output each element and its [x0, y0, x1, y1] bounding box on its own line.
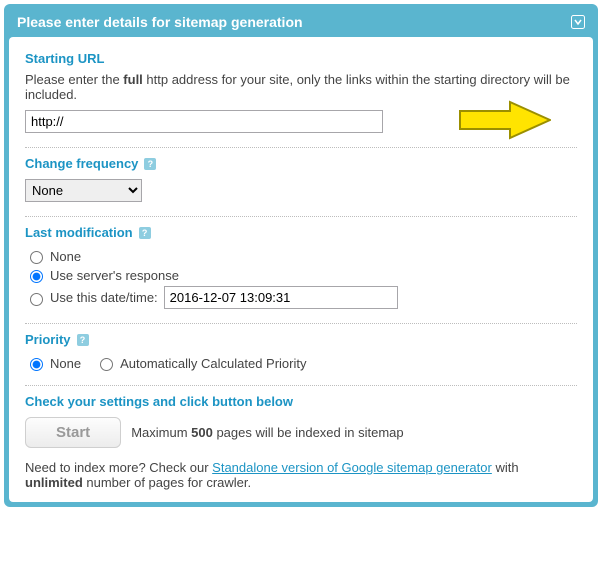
- radio-label: Automatically Calculated Priority: [120, 356, 306, 371]
- start-button[interactable]: Start: [25, 417, 121, 448]
- lastmod-none-radio[interactable]: [30, 251, 43, 264]
- text-bold: unlimited: [25, 475, 83, 490]
- more-info-text: Need to index more? Check our Standalone…: [25, 460, 577, 490]
- text-bold: full: [123, 72, 143, 87]
- label: Priority: [25, 332, 71, 347]
- lastmod-datetime-radio[interactable]: [30, 293, 43, 306]
- radio-label: None: [50, 356, 81, 371]
- radio-label: None: [50, 249, 81, 264]
- radio-label: Use this date/time:: [50, 290, 158, 305]
- help-icon[interactable]: ?: [144, 158, 156, 170]
- divider: [25, 147, 577, 148]
- panel-body: Starting URL Please enter the full http …: [9, 37, 593, 502]
- text: Please enter the: [25, 72, 123, 87]
- lastmod-datetime-input[interactable]: [164, 286, 398, 309]
- submit-heading: Check your settings and click button bel…: [25, 394, 577, 409]
- arrow-icon: [455, 100, 551, 143]
- radio-label: Use server's response: [50, 268, 179, 283]
- sitemap-panel: Please enter details for sitemap generat…: [4, 4, 598, 507]
- divider: [25, 216, 577, 217]
- text: pages will be indexed in sitemap: [213, 425, 404, 440]
- starting-url-input[interactable]: [25, 110, 383, 133]
- text: Need to index more? Check our: [25, 460, 212, 475]
- label: Last modification: [25, 225, 133, 240]
- collapse-icon[interactable]: [571, 15, 585, 29]
- priority-title: Priority ?: [25, 332, 577, 347]
- starting-url-desc: Please enter the full http address for y…: [25, 72, 577, 102]
- priority-none-radio[interactable]: [30, 358, 43, 371]
- text: number of pages for crawler.: [83, 475, 251, 490]
- change-frequency-select[interactable]: None: [25, 179, 142, 202]
- max-pages-text: Maximum 500 pages will be indexed in sit…: [131, 425, 403, 440]
- divider: [25, 323, 577, 324]
- help-icon[interactable]: ?: [139, 227, 151, 239]
- text: Maximum: [131, 425, 191, 440]
- panel-title: Please enter details for sitemap generat…: [17, 14, 303, 30]
- divider: [25, 385, 577, 386]
- label: Change frequency: [25, 156, 138, 171]
- priority-auto-radio[interactable]: [100, 358, 113, 371]
- standalone-link[interactable]: Standalone version of Google sitemap gen…: [212, 460, 492, 475]
- last-modification-title: Last modification ?: [25, 225, 577, 240]
- starting-url-title: Starting URL: [25, 51, 577, 66]
- text-bold: 500: [191, 425, 213, 440]
- lastmod-server-radio[interactable]: [30, 270, 43, 283]
- help-icon[interactable]: ?: [77, 334, 89, 346]
- change-frequency-title: Change frequency ?: [25, 156, 577, 171]
- text: with: [492, 460, 519, 475]
- panel-header: Please enter details for sitemap generat…: [9, 9, 593, 37]
